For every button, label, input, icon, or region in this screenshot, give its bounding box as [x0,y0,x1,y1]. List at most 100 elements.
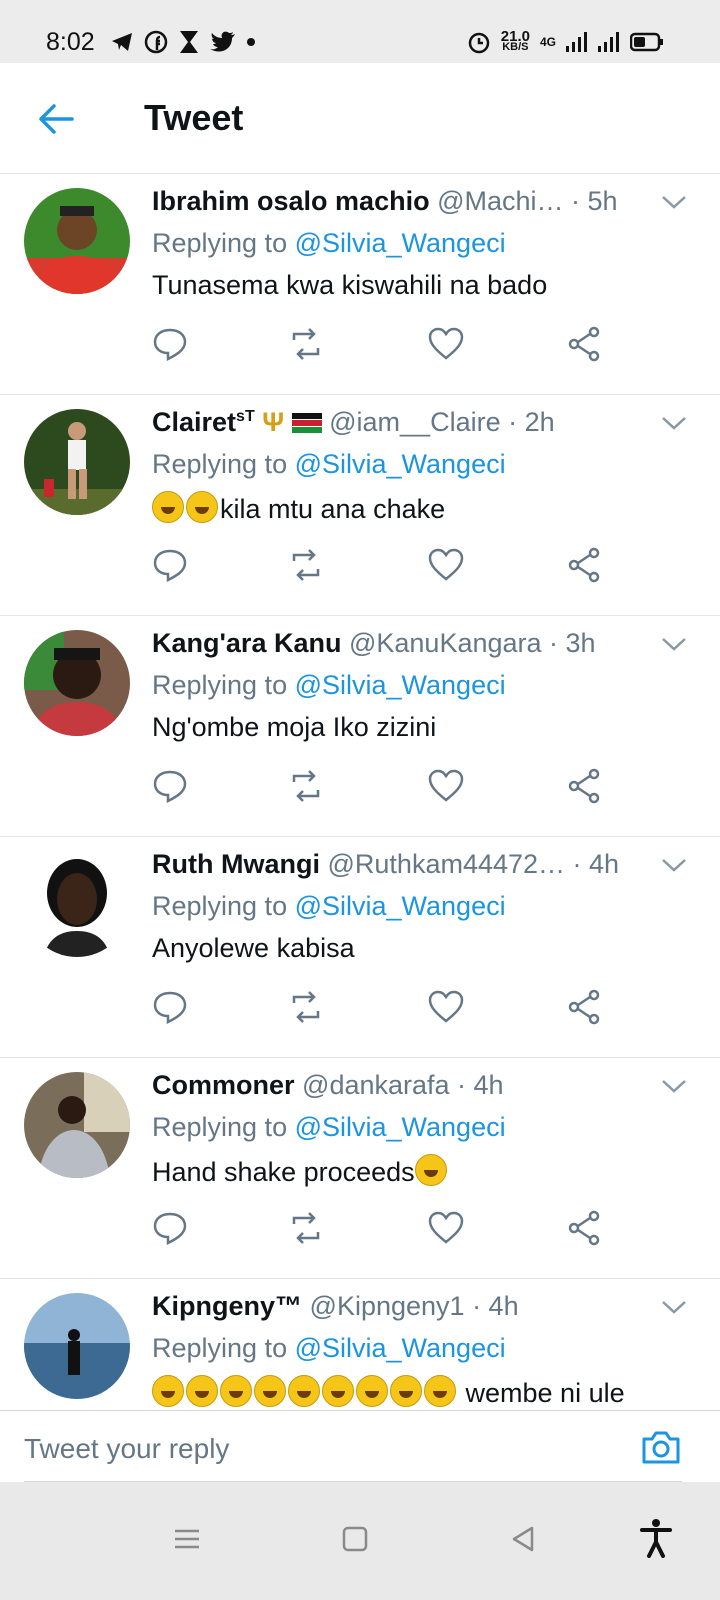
tweet-actions [150,766,610,806]
share-icon[interactable] [564,545,604,585]
tweet-header: ClairetsT Ψ @iam__Claire · 2h [152,407,652,438]
author-name[interactable]: Ruth Mwangi [152,849,320,879]
retweet-icon[interactable] [286,324,326,364]
tweet[interactable]: Kang'ara Kanu @KanuKangara · 3h Replying… [0,616,720,837]
author-handle[interactable]: @Machi… [437,186,563,216]
hourglass-icon [180,31,198,53]
author-name[interactable]: Kipngeny™ [152,1291,302,1321]
chevron-down-icon[interactable] [660,855,688,875]
reply-icon[interactable] [150,766,190,806]
avatar[interactable] [24,630,130,736]
author-name[interactable]: ClairetsT [152,407,255,437]
avatar[interactable] [24,1293,130,1399]
tweet-header: Kang'ara Kanu @KanuKangara · 3h [152,628,652,659]
author-handle[interactable]: @dankarafa [302,1070,450,1100]
reply-icon[interactable] [150,324,190,364]
like-icon[interactable] [426,545,466,585]
tweet-actions [150,1208,610,1248]
tweet[interactable]: ClairetsT Ψ @iam__Claire · 2h Replying t… [0,395,720,616]
tweet-time: · 5h [571,186,618,216]
tweet-time: · 4h [572,849,620,879]
author-name[interactable]: Commoner [152,1070,295,1100]
tweet[interactable]: Kipngeny™ @Kipngeny1 · 4h Replying to @S… [0,1279,720,1410]
reply-to-link[interactable]: @Silvia_Wangeci [295,670,506,700]
status-bar: 8:02 21.0 KB/S 4G [0,0,720,63]
retweet-icon[interactable] [286,1208,326,1248]
menu-icon[interactable] [172,1524,202,1554]
author-handle[interactable]: @Ruthkam44472… [328,849,566,879]
retweet-icon[interactable] [286,766,326,806]
tweet-time: · 2h [508,407,555,437]
signal-icon-2 [598,32,619,52]
share-icon[interactable] [564,1208,604,1248]
signal-icon [566,32,587,52]
dot-icon [247,38,255,46]
avatar[interactable] [24,188,130,294]
reply-to-link[interactable]: @Silvia_Wangeci [295,449,506,479]
share-icon[interactable] [564,766,604,806]
tears-of-joy-emoji [186,491,218,523]
tweet-header: Kipngeny™ @Kipngeny1 · 4h [152,1291,652,1322]
chevron-down-icon[interactable] [660,634,688,654]
twitter-icon [210,31,235,52]
retweet-icon[interactable] [286,987,326,1027]
rolling-laughing-emoji [414,1154,447,1186]
camera-icon[interactable] [640,1427,682,1467]
author-name[interactable]: Ibrahim osalo machio [152,186,430,216]
reply-to-link[interactable]: @Silvia_Wangeci [295,228,506,258]
replying-to: Replying to @Silvia_Wangeci [152,670,506,700]
avatar[interactable] [24,409,130,515]
reply-icon[interactable] [150,545,190,585]
author-handle[interactable]: @iam__Claire [329,407,500,437]
replying-to: Replying to @Silvia_Wangeci [152,449,506,479]
chevron-down-icon[interactable] [660,413,688,433]
avatar[interactable] [24,1072,130,1178]
tweet-header: Commoner @dankarafa · 4h [152,1070,652,1101]
reply-icon[interactable] [150,1208,190,1248]
chevron-down-icon[interactable] [660,1076,688,1096]
like-icon[interactable] [426,766,466,806]
status-time: 8:02 [46,28,95,56]
system-nav-bar [0,1482,720,1600]
reply-icon[interactable] [150,987,190,1027]
system-icons: 21.0 KB/S 4G [467,29,664,54]
author-handle[interactable]: @Kipngeny1 [310,1291,465,1321]
replying-to: Replying to @Silvia_Wangeci [152,1333,506,1363]
tweet[interactable]: Ruth Mwangi @Ruthkam44472… · 4h Replying… [0,837,720,1058]
reply-to-link[interactable]: @Silvia_Wangeci [295,1112,506,1142]
tweet-text: Ng'ombe moja Iko zizini [152,712,437,742]
share-icon[interactable] [564,324,604,364]
reply-to-link[interactable]: @Silvia_Wangeci [295,891,506,921]
replying-to: Replying to @Silvia_Wangeci [152,1112,506,1142]
chevron-down-icon[interactable] [660,192,688,212]
reply-to-link[interactable]: @Silvia_Wangeci [295,1333,506,1363]
tweet-header: Ruth Mwangi @Ruthkam44472… · 4h [152,849,652,880]
tweet-text: Hand shake proceeds [152,1154,449,1188]
telegram-icon [112,33,132,51]
chevron-down-icon[interactable] [660,1297,688,1317]
tweet-actions [150,987,610,1027]
retweet-icon[interactable] [286,545,326,585]
rolling-laughing-emoji [424,1375,456,1407]
reply-input[interactable]: Tweet your reply [24,1433,229,1465]
share-icon[interactable] [564,987,604,1027]
rolling-laughing-emoji [356,1375,388,1407]
tweet-actions [150,324,610,364]
like-icon[interactable] [426,324,466,364]
tweet-time: · 4h [472,1291,519,1321]
replies-feed[interactable]: Ibrahim osalo machio @Machi… · 5h Replyi… [0,174,720,1410]
tweet[interactable]: Ibrahim osalo machio @Machi… · 5h Replyi… [0,174,720,395]
avatar[interactable] [24,851,130,957]
rolling-laughing-emoji [254,1375,286,1407]
home-square-icon[interactable] [340,1524,370,1554]
author-handle[interactable]: @KanuKangara [349,628,542,658]
tears-of-joy-emoji [152,491,184,523]
back-triangle-icon[interactable] [508,1524,538,1554]
accessibility-icon[interactable] [640,1518,672,1558]
tweet-actions [150,545,610,585]
like-icon[interactable] [426,987,466,1027]
back-arrow-icon[interactable] [36,99,76,139]
author-name[interactable]: Kang'ara Kanu [152,628,341,658]
tweet[interactable]: Commoner @dankarafa · 4h Replying to @Si… [0,1058,720,1279]
like-icon[interactable] [426,1208,466,1248]
